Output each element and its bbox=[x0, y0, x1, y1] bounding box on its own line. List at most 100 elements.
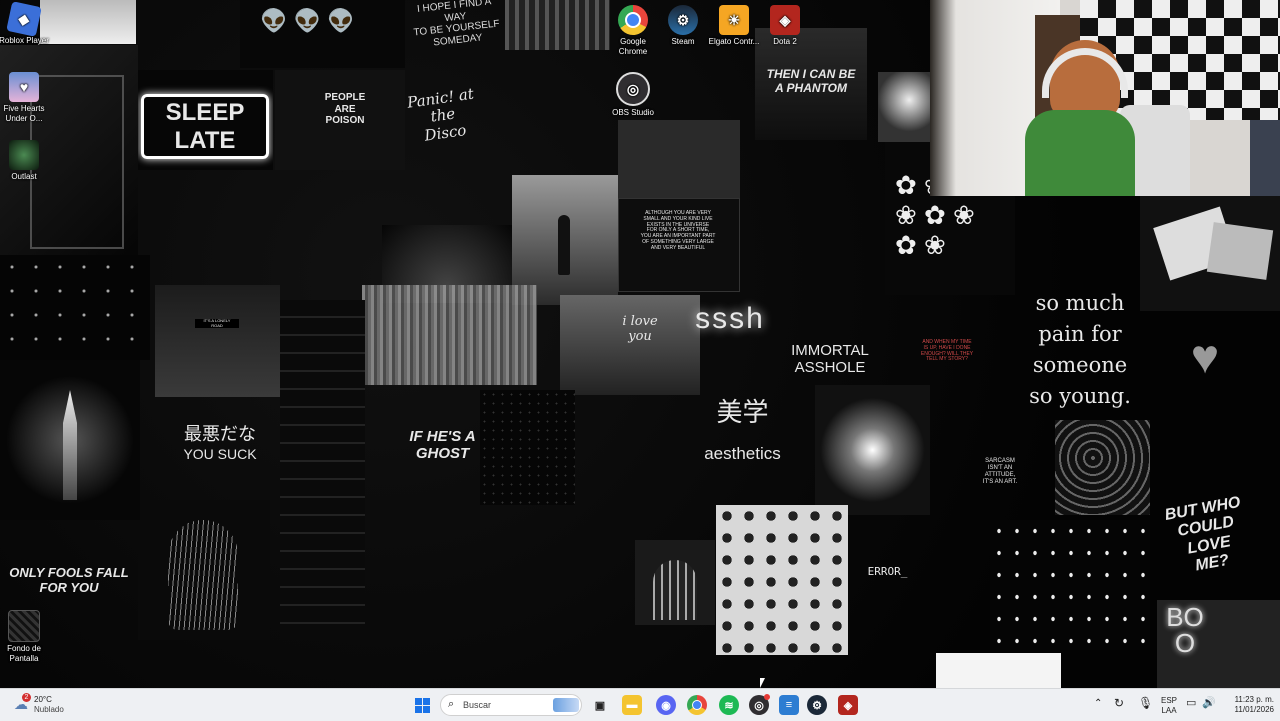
webcam-overlay bbox=[930, 0, 1280, 196]
desktop-icon-label: Roblox Player bbox=[0, 36, 49, 45]
taskbar-steam[interactable]: ⚙ bbox=[807, 695, 827, 715]
desktop-icon-label: Elgato Contr... bbox=[708, 37, 760, 46]
clock-date: 11/01/2026 bbox=[1234, 705, 1274, 714]
roses-tile bbox=[0, 255, 150, 360]
boo-text: BOO bbox=[1166, 602, 1204, 658]
dota2-icon: ◈ bbox=[770, 5, 800, 35]
desktop-icon-obs[interactable]: ◎ OBS Studio bbox=[605, 72, 661, 118]
volume-icon[interactable]: 🔊 bbox=[1202, 698, 1216, 709]
search-placeholder: Buscar bbox=[463, 700, 492, 710]
sarcasm-text: SARCASM ISN'T AN ATTITUDE, IT'S AN ART. bbox=[982, 458, 1018, 485]
roblox-icon: ◆ bbox=[6, 1, 42, 37]
boo-tile: BOO bbox=[1157, 600, 1280, 688]
so-much-pain-text: so much pain for someone so young. bbox=[1029, 291, 1131, 408]
constellation-tile bbox=[480, 390, 575, 505]
static-tile bbox=[362, 285, 537, 385]
saiakuda-text: 最悪だな bbox=[184, 424, 256, 444]
desktop-icon-label: Google Chrome bbox=[618, 37, 648, 56]
phantom-text: THEN I CAN BE A PHANTOM bbox=[766, 67, 856, 95]
clock-time: 11:23 p. m. bbox=[1234, 695, 1274, 704]
weather-desc: Nublado bbox=[34, 705, 64, 714]
chrome-icon bbox=[692, 700, 702, 710]
desktop-icon-elgato[interactable]: ☀ Elgato Contr... bbox=[706, 5, 762, 47]
game-cover-icon: ♥ bbox=[9, 72, 39, 102]
steam-icon: ⚙ bbox=[668, 5, 698, 35]
fireworks-tile bbox=[815, 385, 930, 515]
taskbar-search[interactable]: ⌕ Buscar bbox=[440, 694, 582, 716]
string-lights-tile bbox=[990, 520, 1150, 650]
sleep-late-text: SLEEP LATE bbox=[141, 94, 269, 160]
chevron-up-icon[interactable]: ⌃ bbox=[1094, 699, 1102, 709]
webcam-shirt bbox=[1025, 110, 1135, 196]
desktop-icon-dota2[interactable]: ◈ Dota 2 bbox=[757, 5, 813, 47]
outlast-icon bbox=[9, 140, 39, 170]
clock[interactable]: 11:23 p. m. 11/01/2026 bbox=[1220, 695, 1274, 715]
search-highlight-icon bbox=[553, 698, 579, 712]
error-text: ERROR_ bbox=[867, 565, 908, 578]
desktop-icon-steam[interactable]: ⚙ Steam bbox=[655, 5, 711, 47]
network-icon[interactable]: ▭ bbox=[1186, 698, 1196, 709]
stars-quote-text: ALTHOUGH YOU ARE VERY SMALL AND YOUR KIN… bbox=[640, 210, 716, 251]
people-poison-text: PEOPLE ARE POISON bbox=[324, 92, 366, 126]
weather-widget[interactable]: ☁ 2 20°C Nublado bbox=[12, 693, 92, 717]
steam-icon: ⚙ bbox=[812, 699, 822, 712]
mouse-cursor-icon bbox=[760, 678, 765, 688]
hope-note-text: I HOPE I FIND A WAY TO BE YOURSELF SOMED… bbox=[413, 0, 501, 48]
i-love-you-text: i love you bbox=[622, 314, 658, 344]
chrysler-tile bbox=[0, 360, 140, 520]
top-left-tile bbox=[40, 0, 136, 44]
desktop-icon-label: Outlast bbox=[11, 172, 37, 181]
water-tile bbox=[1055, 420, 1150, 515]
taskbar: ☁ 2 20°C Nublado ⌕ Buscar ▣ ▬ ◉ ≋ ◎ ≡ ⚙ … bbox=[0, 688, 1280, 721]
desktop-icon-chrome[interactable]: Google Chrome bbox=[605, 5, 661, 57]
girl-drawing-tile bbox=[138, 500, 270, 640]
obs-icon: ◎ bbox=[616, 72, 650, 106]
sync-icon[interactable]: ↻ bbox=[1114, 697, 1124, 709]
taskbar-spotify[interactable]: ≋ bbox=[719, 695, 739, 715]
only-fools-text: ONLY FOOLS FALL FOR YOU bbox=[9, 565, 129, 595]
buildings-tile bbox=[280, 300, 365, 640]
obs-icon: ◎ bbox=[754, 699, 764, 712]
heart-icon: ♥ bbox=[1190, 331, 1220, 384]
taskbar-file-explorer[interactable]: ▬ bbox=[622, 695, 642, 715]
you-suck-text: YOU SUCK bbox=[183, 446, 257, 462]
taskbar-task-view[interactable]: ▣ bbox=[590, 695, 610, 715]
desktop-icon-label: Five Hearts Under O... bbox=[3, 104, 45, 123]
bart-tile bbox=[618, 120, 740, 198]
start-button[interactable] bbox=[412, 695, 432, 715]
search-icon: ⌕ bbox=[448, 698, 455, 710]
notepad-icon: ≡ bbox=[785, 699, 793, 711]
desktop-icon-five-hearts[interactable]: ♥ Five Hearts Under O... bbox=[0, 72, 52, 124]
dota2-icon: ◈ bbox=[843, 699, 853, 712]
if-ghost-text: IF HE'S A GHOST bbox=[409, 428, 476, 463]
white-box-tile bbox=[936, 653, 1061, 688]
bubbles-tile bbox=[716, 505, 848, 655]
desktop-icon-label: Steam bbox=[671, 37, 695, 46]
taskbar-discord[interactable]: ◉ bbox=[656, 695, 676, 715]
weather-temp: 20°C bbox=[34, 695, 52, 704]
wallpaper-file-icon bbox=[8, 610, 40, 642]
desktop-icon-roblox[interactable]: ◆ Roblox Player bbox=[0, 1, 52, 46]
desktop-icon-outlast[interactable]: Outlast bbox=[0, 140, 52, 182]
aesthetics-text: aesthetics bbox=[704, 444, 781, 463]
discord-icon: ◉ bbox=[661, 699, 671, 712]
taskbar-chrome[interactable] bbox=[687, 695, 707, 715]
sleep-late-tile: SLEEP LATE bbox=[138, 70, 273, 170]
lamp-tile bbox=[878, 72, 930, 142]
language-bottom: LAA bbox=[1161, 706, 1177, 715]
taskbar-notepad[interactable]: ≡ bbox=[779, 695, 799, 715]
language-top: ESP bbox=[1160, 696, 1177, 705]
taskbar-obs[interactable]: ◎ bbox=[749, 694, 770, 715]
aliens-tile: 👽 👽 👽 bbox=[240, 0, 405, 68]
people-poison-tile: PEOPLE ARE POISON bbox=[275, 70, 405, 170]
recording-dot-icon bbox=[764, 694, 770, 700]
sssh-text: sssh bbox=[695, 302, 765, 335]
microphone-icon[interactable]: 🎙 bbox=[1138, 697, 1153, 709]
webcam-dark-edge bbox=[1250, 120, 1280, 196]
top-tile bbox=[505, 0, 610, 50]
desktop-icon-fondo-de-pantalla[interactable]: Fondo de Pantalla bbox=[0, 610, 52, 664]
file-explorer-icon: ▬ bbox=[626, 699, 638, 711]
taskbar-dota2[interactable]: ◈ bbox=[838, 695, 858, 715]
language-indicator[interactable]: ESP LAA bbox=[1158, 696, 1180, 716]
immortal-text: IMMORTAL ASSHOLE bbox=[791, 342, 869, 377]
